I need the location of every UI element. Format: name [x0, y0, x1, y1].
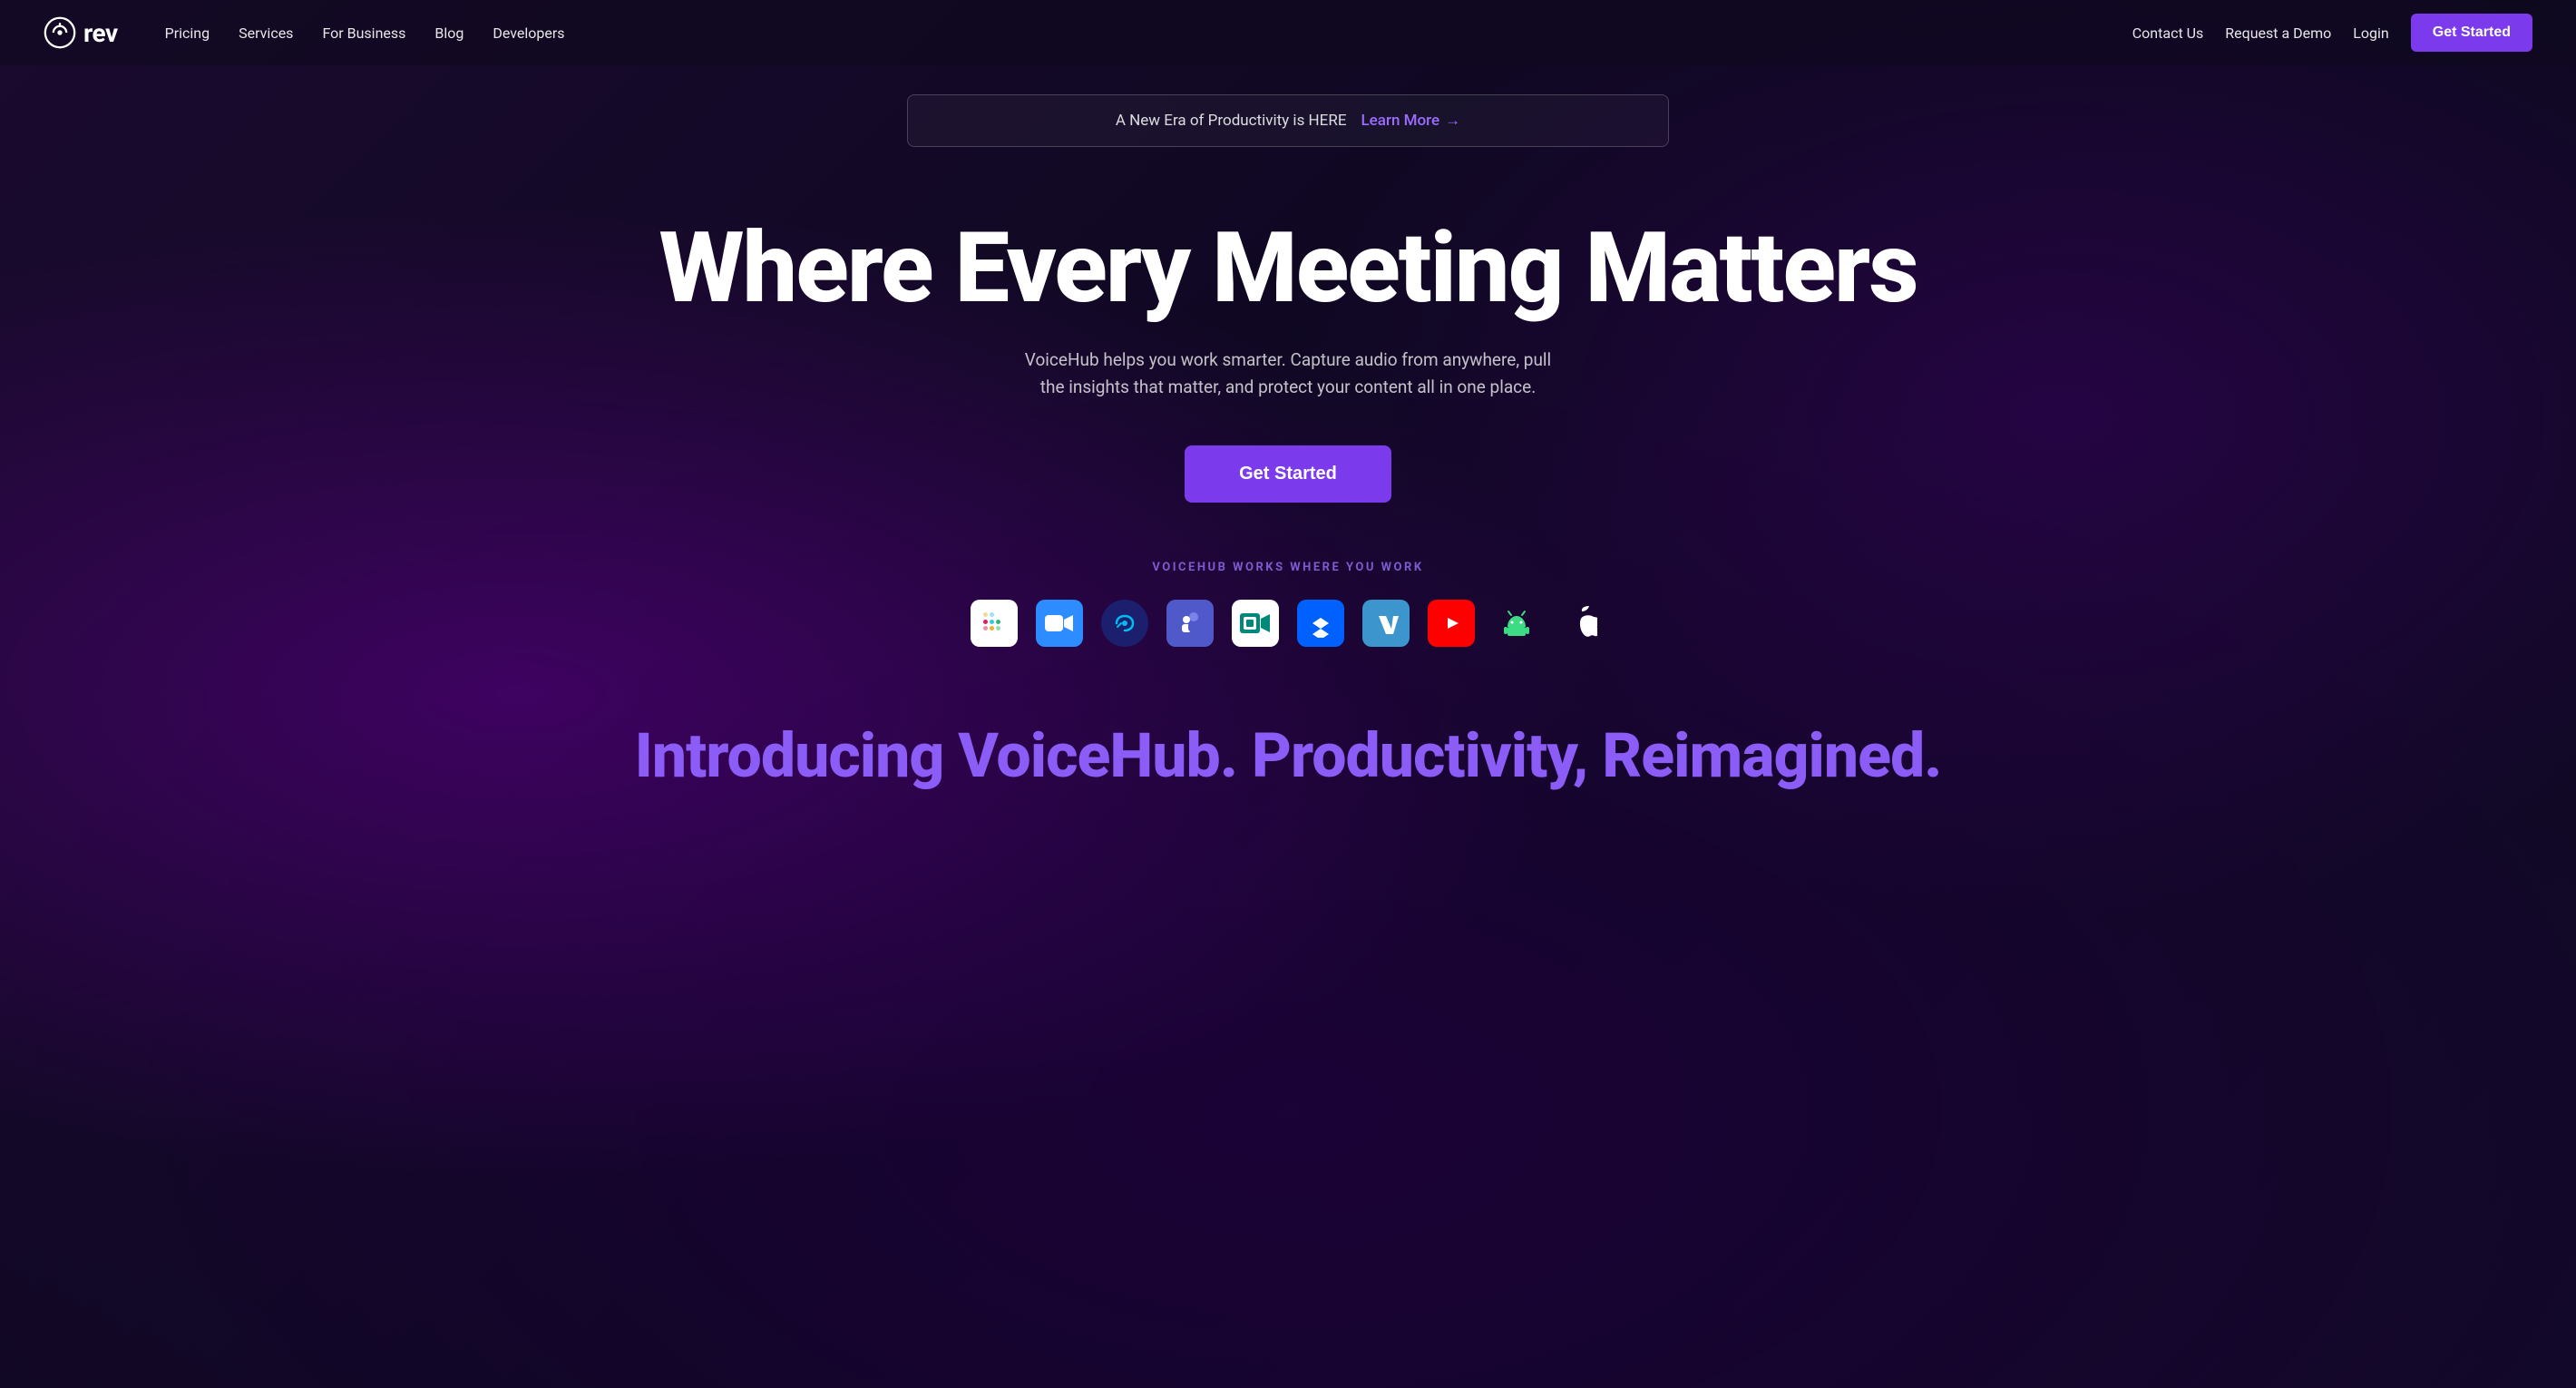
rev-logo-icon — [44, 16, 76, 49]
hero-get-started-button[interactable]: Get Started — [1185, 445, 1391, 503]
webex-icon — [1101, 600, 1148, 647]
dropbox-icon — [1297, 600, 1344, 647]
integrations-icons — [971, 600, 1605, 647]
banner-arrow-icon: → — [1445, 112, 1460, 130]
nav-right: Contact Us Request a Demo Login Get Star… — [2132, 14, 2532, 52]
nav-link-contact[interactable]: Contact Us — [2132, 24, 2204, 42]
nav-link-services[interactable]: Services — [228, 17, 304, 49]
nav-link-blog[interactable]: Blog — [424, 17, 474, 49]
main-content: A New Era of Productivity is HERE Learn … — [0, 65, 2576, 792]
nav-get-started-button[interactable]: Get Started — [2411, 14, 2532, 52]
youtube-icon — [1428, 600, 1475, 647]
google-meet-icon — [1232, 600, 1279, 647]
integrations-label: VOICEHUB WORKS WHERE YOU WORK — [971, 561, 1605, 574]
nav-links: Pricing Services For Business Blog Devel… — [154, 17, 576, 49]
hero-title: Where Every Meeting Matters — [659, 220, 1917, 318]
nav-left: rev Pricing Services For Business Blog D… — [44, 16, 576, 49]
logo[interactable]: rev — [44, 16, 118, 49]
announcement-banner: A New Era of Productivity is HERE Learn … — [907, 94, 1669, 147]
slack-icon — [971, 600, 1018, 647]
bottom-tagline-text: Introducing VoiceHub. Productivity, Reim… — [635, 719, 1942, 792]
hero-subtitle: VoiceHub helps you work smarter. Capture… — [1016, 347, 1560, 402]
zoom-icon — [1036, 600, 1083, 647]
android-icon — [1493, 600, 1540, 647]
nav-link-demo[interactable]: Request a Demo — [2225, 24, 2331, 42]
venmo-icon — [1362, 600, 1410, 647]
nav-link-for-business[interactable]: For Business — [311, 17, 416, 49]
logo-text: rev — [83, 18, 118, 48]
banner-learn-more[interactable]: Learn More → — [1361, 112, 1461, 130]
banner-text: A New Era of Productivity is HERE — [1116, 112, 1347, 130]
hero-section: Where Every Meeting Matters VoiceHub hel… — [622, 220, 1953, 503]
nav-link-login[interactable]: Login — [2353, 24, 2388, 42]
integrations-section: VOICEHUB WORKS WHERE YOU WORK — [971, 561, 1605, 647]
bottom-tagline-section: Introducing VoiceHub. Productivity, Reim… — [599, 719, 1978, 792]
nav-link-developers[interactable]: Developers — [482, 17, 575, 49]
navbar: rev Pricing Services For Business Blog D… — [0, 0, 2576, 65]
nav-link-pricing[interactable]: Pricing — [154, 17, 221, 49]
apple-icon — [1558, 600, 1605, 647]
teams-icon — [1166, 600, 1214, 647]
banner-link-text: Learn More — [1361, 112, 1440, 130]
